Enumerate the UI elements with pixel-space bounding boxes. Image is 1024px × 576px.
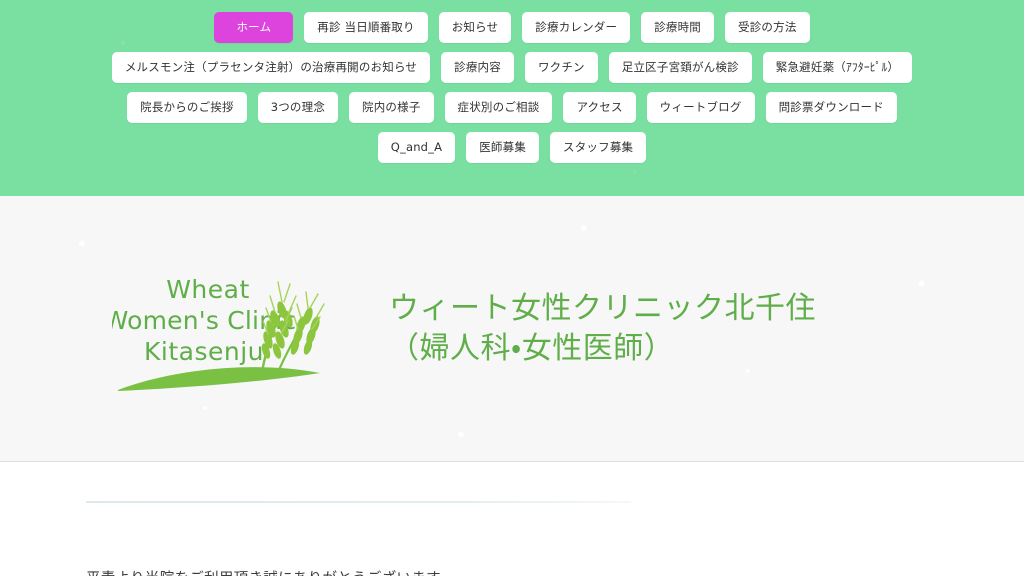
nav-item-clinic-interior[interactable]: 院内の様子 — [349, 92, 434, 123]
nav-row-4: Q_and_A 医師募集 スタッフ募集 — [0, 132, 1024, 163]
nav-item-how-to-visit[interactable]: 受診の方法 — [725, 12, 810, 43]
nav-item-melsmon-notice[interactable]: メルスモン注（プラセンタ注射）の治療再開のお知らせ — [111, 52, 431, 83]
greeting-paragraph: 平素より当院をご利用頂き誠にありがとうございます。 — [86, 567, 454, 576]
nav-item-q-and-a[interactable]: Q_and_A — [377, 132, 456, 163]
site-navigation-header: ホーム 再診 当日順番取り お知らせ 診療カレンダー 診療時間 受診の方法 メル… — [0, 0, 1024, 196]
logo-line-3: Kitasenju — [144, 337, 264, 366]
logo-line-1: Wheat — [166, 275, 250, 304]
nav-row-2: メルスモン注（プラセンタ注射）の治療再開のお知らせ 診療内容 ワクチン 足立区子… — [0, 52, 1024, 83]
hero-banner: Wheat Women's Clinic Kitasenju ウィート女性クリニ… — [0, 196, 1024, 462]
nav-row-1: ホーム 再診 当日順番取り お知らせ 診療カレンダー 診療時間 受診の方法 — [0, 12, 1024, 43]
nav-item-questionnaire-download[interactable]: 問診票ダウンロード — [765, 92, 897, 123]
nav-item-emergency-contraception[interactable]: 緊急避妊薬（ｱﾌﾀｰﾋﾟﾙ） — [762, 52, 913, 83]
nav-item-hours[interactable]: 診療時間 — [641, 12, 715, 43]
nav-item-access[interactable]: アクセス — [563, 92, 636, 123]
nav-row-3: 院長からのご挨拶 3つの理念 院内の様子 症状別のご相談 アクセス ウィートブロ… — [0, 92, 1024, 123]
page-title: ウィート女性クリニック北千住 （婦人科・女性医師） — [389, 290, 816, 366]
nav-item-staff-recruit[interactable]: スタッフ募集 — [550, 132, 647, 163]
nav-item-return-visit[interactable]: 再診 当日順番取り — [304, 12, 428, 43]
nav-item-doctor-recruit[interactable]: 医師募集 — [466, 132, 540, 163]
nav-item-services[interactable]: 診療内容 — [441, 52, 514, 83]
page-root: ホーム 再診 当日順番取り お知らせ 診療カレンダー 診療時間 受診の方法 メル… — [0, 0, 1024, 576]
clinic-logo[interactable]: Wheat Women's Clinic Kitasenju — [112, 264, 344, 394]
nav-item-news[interactable]: お知らせ — [438, 12, 512, 43]
nav-item-symptom-consult[interactable]: 症状別のご相談 — [444, 92, 553, 123]
nav-item-cervical-screening[interactable]: 足立区子宮頚がん検診 — [608, 52, 752, 83]
nav-item-wheat-blog[interactable]: ウィートブログ — [646, 92, 755, 123]
nav-item-home[interactable]: ホーム — [214, 12, 294, 43]
main-content: 平素より当院をご利用頂き誠にありがとうございます。 — [0, 462, 1024, 576]
nav-item-director-greeting[interactable]: 院長からのご挨拶 — [127, 92, 247, 123]
nav-item-three-principles[interactable]: 3つの理念 — [257, 92, 339, 123]
wheat-stalks-icon: Wheat Women's Clinic Kitasenju — [112, 275, 325, 391]
section-divider — [86, 501, 631, 503]
nav-item-calendar[interactable]: 診療カレンダー — [522, 12, 631, 43]
nav-item-vaccine[interactable]: ワクチン — [524, 52, 598, 83]
